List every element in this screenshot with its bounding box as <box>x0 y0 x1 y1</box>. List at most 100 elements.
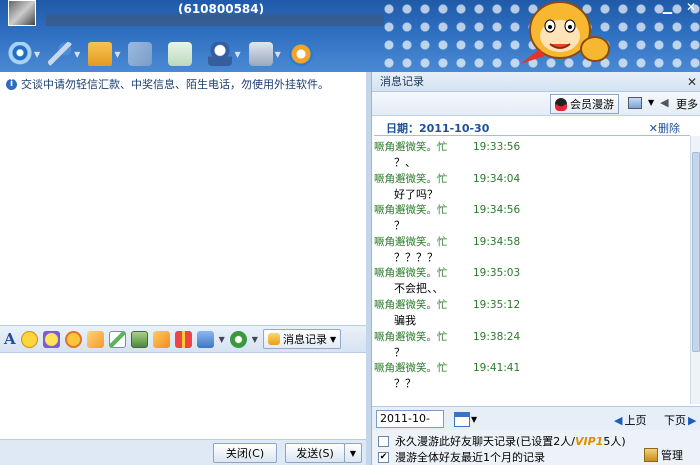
video-icon <box>8 42 32 66</box>
message-time: 19:34:58 <box>473 235 521 248</box>
microphone-icon <box>48 42 73 66</box>
history-toolbar: 会员漫游 ▼ ◀ 更多 <box>372 92 700 116</box>
vip-roam-label: 会员漫游 <box>570 98 614 111</box>
message-time: 19:41:41 <box>473 362 521 375</box>
message-time: 19:33:56 <box>473 141 521 153</box>
message-text: ？？？？ <box>394 250 438 264</box>
chevron-down-icon[interactable]: ▼ <box>275 50 281 59</box>
speaker-icon[interactable]: ◀ <box>660 96 668 109</box>
scrollbar[interactable] <box>690 136 700 404</box>
message-time: 19:38:24 <box>473 330 521 343</box>
message-sender: 噘角邂微笑。忙 <box>374 267 448 280</box>
security-notice: i 交谈中请勿轻信汇款、中奖信息、陌生电话，勿使用外挂软件。 <box>6 76 329 92</box>
prev-page-button[interactable]: ◀ 上页 <box>614 412 646 428</box>
list-item: 噘角邂微笑。忙 19:35:12 骗我 <box>374 298 690 330</box>
close-window-icon[interactable]: ✕ <box>686 0 696 14</box>
scribble-icon[interactable] <box>64 330 82 348</box>
message-time: 19:35:03 <box>473 267 521 280</box>
add-app-button[interactable] <box>168 41 193 67</box>
minimize-icon[interactable]: ▁ <box>663 0 672 14</box>
magic-emoji-icon[interactable] <box>42 330 60 348</box>
list-item: 噘角邂微笑。忙 19:34:58 ？？？？ <box>374 235 690 267</box>
message-time: 19:35:12 <box>473 298 521 311</box>
settings-button[interactable]: ▼ <box>248 41 285 67</box>
message-text: ？？ <box>394 377 416 391</box>
avatar[interactable] <box>8 0 36 26</box>
user-card-button[interactable]: ▼ <box>208 41 244 67</box>
calendar-icon <box>454 411 470 427</box>
mail-button[interactable] <box>128 41 153 67</box>
user-card-icon <box>208 42 233 66</box>
roam-friend-option[interactable]: 永久漫游此好友聊天记录(已设置2人/VIP15人) <box>378 433 626 449</box>
chevron-down-icon[interactable]: ▼ <box>219 335 225 344</box>
message-sender: 噘角邂微笑。忙 <box>374 204 448 217</box>
date-header: 日期：2011-10-30 ✕删除 <box>374 118 690 136</box>
message-input[interactable] <box>0 354 370 439</box>
voice-call-button[interactable]: ▼ <box>48 41 84 67</box>
chevron-down-icon[interactable]: ▼ <box>234 50 240 59</box>
qq-app-button[interactable] <box>288 41 313 67</box>
roam-all-checkbox[interactable]: ✔ <box>378 451 389 463</box>
date-label: 日期：2011-10-30 <box>386 122 490 135</box>
settings-icon <box>248 42 273 66</box>
delete-link[interactable]: ✕删除 <box>649 120 680 136</box>
delete-icon: ✕ <box>648 122 658 135</box>
arrow-left-icon: ◀ <box>614 413 623 427</box>
message-text: ？、 <box>394 156 416 169</box>
music-icon[interactable] <box>152 330 170 348</box>
tag-icon[interactable] <box>229 330 247 348</box>
roam-friend-checkbox[interactable] <box>378 435 389 447</box>
qq-app-icon <box>288 42 313 66</box>
message-sender: 噘角邂微笑。忙 <box>374 330 448 343</box>
edit-icon[interactable] <box>108 330 126 348</box>
chevron-down-icon[interactable]: ▼ <box>34 50 40 59</box>
prev-page-label: 上页 <box>624 414 647 427</box>
message-sender: 噘角邂微笑。忙 <box>374 298 448 311</box>
close-button[interactable]: 关闭(C) <box>213 443 277 463</box>
panel-title: 消息记录 <box>380 75 424 88</box>
poke-icon[interactable] <box>86 330 104 348</box>
font-icon[interactable]: A <box>4 330 16 348</box>
view-mode-icon[interactable] <box>628 96 642 109</box>
mascot-logo <box>520 1 610 64</box>
message-log-button[interactable]: 消息记录 ▼ <box>262 329 342 349</box>
screenshot-icon[interactable] <box>130 330 148 348</box>
video-call-button[interactable]: ▼ <box>8 41 44 67</box>
scrollbar-thumb[interactable] <box>692 152 700 352</box>
file-transfer-button[interactable]: ▼ <box>88 41 124 67</box>
chevron-down-icon[interactable]: ▼ <box>648 98 654 107</box>
manage-button[interactable]: 管理 <box>644 447 683 463</box>
chevron-down-icon[interactable]: ▼ <box>74 50 80 59</box>
more-button[interactable]: 更多 <box>676 96 698 112</box>
vip-roam-button[interactable]: 会员漫游 <box>550 94 619 114</box>
gift-icon[interactable] <box>174 330 192 348</box>
main-toolbar: ▼ ▼ ▼ ▼ ▼ <box>8 40 313 68</box>
image-icon[interactable] <box>196 330 214 348</box>
message-time: 19:34:04 <box>473 172 521 185</box>
close-icon[interactable]: ✕ <box>687 72 697 92</box>
send-bar: 关闭(C) 发送(S) ▼ <box>0 439 370 465</box>
chevron-down-icon[interactable]: ▼ <box>114 50 120 59</box>
mail-icon <box>128 42 153 66</box>
next-page-button[interactable]: 下页 ▶ <box>664 412 696 428</box>
send-button[interactable]: 发送(S) <box>285 443 345 463</box>
message-text: ？ <box>394 219 405 233</box>
message-sender: 噘角邂微笑。忙 <box>374 362 448 375</box>
date-picker-input[interactable]: 2011-10-30 <box>376 410 444 441</box>
info-icon: i <box>6 78 17 90</box>
list-item: 噘角邂微笑。忙 19:38:24 ？ <box>374 330 690 362</box>
emoji-icon[interactable] <box>20 330 38 348</box>
manage-label: 管理 <box>661 449 683 462</box>
chevron-down-icon[interactable]: ▼ <box>252 335 258 344</box>
list-item: 噘角邂微笑。忙 19:35:03 不会把、、 <box>374 266 690 298</box>
history-nav: 2011-10-30 ▼ ◀ 上页 下页 ▶ <box>372 406 700 441</box>
message-list[interactable]: 噘角邂微笑。忙 19:33:56 ？、 噘角邂微笑。忙 19:34:04 好了吗？ … <box>374 140 690 402</box>
send-options-button[interactable]: ▼ <box>344 443 362 463</box>
roam-all-option[interactable]: ✔ 漫游全体好友最近1个月的记录 <box>378 449 545 465</box>
next-page-label: 下页 <box>664 414 686 427</box>
message-text: 骗我 <box>394 313 416 327</box>
calendar-button[interactable]: ▼ <box>454 409 480 429</box>
roam-options: 永久漫游此好友聊天记录(已设置2人/VIP15人) ✔ 漫游全体好友最近1个月的… <box>372 430 700 465</box>
message-time: 19:34:56 <box>473 204 521 217</box>
message-sender: 噘角邂微笑。忙 <box>374 172 448 185</box>
